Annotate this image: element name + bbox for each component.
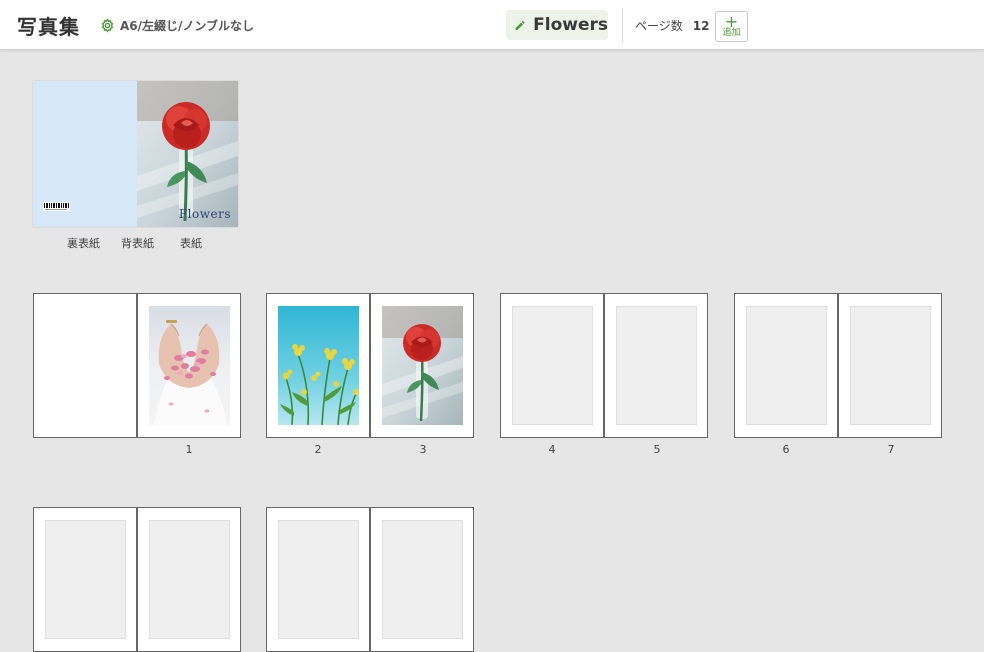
empty-photo-slot[interactable] bbox=[616, 306, 697, 425]
plus-icon: + bbox=[724, 11, 739, 31]
page-11[interactable] bbox=[370, 507, 474, 652]
empty-photo-slot[interactable] bbox=[278, 520, 359, 639]
page-9[interactable] bbox=[137, 507, 241, 652]
page-4[interactable] bbox=[500, 293, 604, 438]
page-10[interactable] bbox=[266, 507, 370, 652]
empty-photo-slot[interactable] bbox=[382, 520, 463, 639]
back-cover-label: 裏表紙 bbox=[67, 237, 100, 250]
empty-photo-slot[interactable] bbox=[850, 306, 931, 425]
rose-photo bbox=[382, 306, 463, 425]
empty-photo-slot[interactable] bbox=[512, 306, 593, 425]
page-6[interactable] bbox=[734, 293, 838, 438]
page-3[interactable] bbox=[370, 293, 474, 438]
settings-label: A6/左綴じ/ノンブルなし bbox=[120, 18, 255, 33]
page-photo bbox=[382, 306, 463, 425]
page-5[interactable] bbox=[604, 293, 708, 438]
cover-spread[interactable]: Flowers bbox=[33, 81, 238, 227]
app-title: 写真集 bbox=[17, 15, 80, 39]
barcode-icon bbox=[43, 202, 70, 211]
page-count-label: ページ数 bbox=[635, 19, 683, 33]
page-number: 3 bbox=[419, 443, 427, 456]
page-count-value: 12 bbox=[692, 19, 710, 33]
page-number: 5 bbox=[653, 443, 661, 456]
empty-photo-slot[interactable] bbox=[149, 520, 230, 639]
front-cover: Flowers bbox=[137, 81, 238, 227]
rose-photo bbox=[137, 81, 238, 227]
pencil-icon bbox=[515, 20, 525, 30]
spine-label: 背表紙 bbox=[121, 237, 154, 250]
edit-book-title-button[interactable]: Flowers bbox=[506, 10, 608, 40]
cover-title-text: Flowers bbox=[178, 207, 231, 221]
book-title: Flowers bbox=[533, 15, 608, 35]
page-photo bbox=[149, 306, 230, 425]
page-7[interactable] bbox=[838, 293, 942, 438]
page-number: 6 bbox=[782, 443, 790, 456]
page-1[interactable] bbox=[137, 293, 241, 438]
page-number: 1 bbox=[185, 443, 193, 456]
add-pages-button[interactable]: + 追加 bbox=[715, 11, 748, 42]
hands-petals-photo bbox=[149, 306, 230, 425]
inside-cover-page bbox=[33, 293, 137, 438]
back-cover bbox=[33, 81, 137, 227]
header-divider bbox=[622, 8, 623, 42]
add-label: 追加 bbox=[722, 27, 741, 38]
page-2[interactable] bbox=[266, 293, 370, 438]
page-count: ページ数 12 bbox=[635, 17, 709, 34]
gear-icon bbox=[101, 17, 114, 33]
page-photo bbox=[278, 306, 359, 425]
book-settings-button[interactable]: A6/左綴じ/ノンブルなし bbox=[100, 16, 254, 34]
top-bar: 写真集 A6/左綴じ/ノンブルなし Flowers ページ数 12 + 追加 bbox=[0, 0, 984, 50]
page-number: 4 bbox=[548, 443, 556, 456]
page-number: 7 bbox=[887, 443, 895, 456]
empty-photo-slot[interactable] bbox=[746, 306, 827, 425]
rapeseed-photo bbox=[278, 306, 359, 425]
page-number: 2 bbox=[314, 443, 322, 456]
front-cover-label: 表紙 bbox=[180, 237, 202, 250]
empty-photo-slot[interactable] bbox=[45, 520, 126, 639]
page-8[interactable] bbox=[33, 507, 137, 652]
